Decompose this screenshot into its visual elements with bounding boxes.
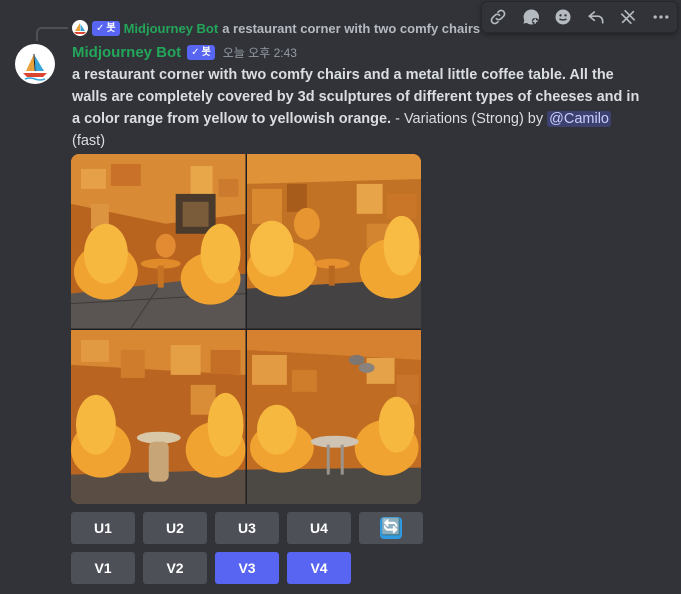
image-variation-4[interactable] — [246, 329, 421, 504]
verified-check-icon: ✓ — [191, 46, 200, 58]
speed-label: (fast) — [72, 133, 106, 149]
reply-icon[interactable] — [584, 5, 608, 29]
app-icon[interactable] — [616, 5, 640, 29]
image-variation-3[interactable] — [71, 329, 246, 504]
message-toolbar — [481, 1, 678, 33]
reply-bot-badge: ✓ 봇 — [92, 20, 120, 36]
reroll-button[interactable]: 🔄 — [359, 512, 423, 544]
image-variation-2[interactable] — [246, 154, 421, 329]
message-content: a restaurant corner with two comfy chair… — [72, 64, 642, 152]
variation-button-row: V1 V2 V3 V4 — [71, 552, 351, 584]
more-icon[interactable] — [649, 5, 673, 29]
v3-button[interactable]: V3 — [215, 552, 279, 584]
image-grid[interactable] — [71, 154, 421, 504]
u2-button[interactable]: U2 — [143, 512, 207, 544]
bot-avatar[interactable] — [15, 44, 55, 84]
u1-button[interactable]: U1 — [71, 512, 135, 544]
v1-button[interactable]: V1 — [71, 552, 135, 584]
reply-spine — [36, 27, 68, 41]
v2-button[interactable]: V2 — [143, 552, 207, 584]
verified-check-icon: ✓ — [96, 22, 105, 34]
bot-badge: ✓ 봇 — [187, 44, 215, 60]
u3-button[interactable]: U3 — [215, 512, 279, 544]
upscale-button-row: U1 U2 U3 U4 🔄 — [71, 512, 423, 544]
thread-icon[interactable] — [519, 5, 543, 29]
timestamp: 오늘 오후 2:43 — [222, 45, 297, 60]
link-icon[interactable] — [486, 5, 510, 29]
refresh-icon: 🔄 — [380, 517, 402, 539]
u4-button[interactable]: U4 — [287, 512, 351, 544]
v4-button[interactable]: V4 — [287, 552, 351, 584]
image-variation-1[interactable] — [71, 154, 246, 329]
user-mention[interactable]: @Camilo — [547, 111, 611, 127]
emoji-icon[interactable] — [551, 5, 575, 29]
reply-author[interactable]: Midjourney Bot — [124, 21, 219, 36]
author-name[interactable]: Midjourney Bot — [72, 44, 181, 61]
reply-avatar — [72, 20, 88, 36]
message-header: Midjourney Bot ✓ 봇 오늘 오후 2:43 — [72, 42, 297, 62]
variation-info: - Variations (Strong) by — [391, 111, 548, 127]
